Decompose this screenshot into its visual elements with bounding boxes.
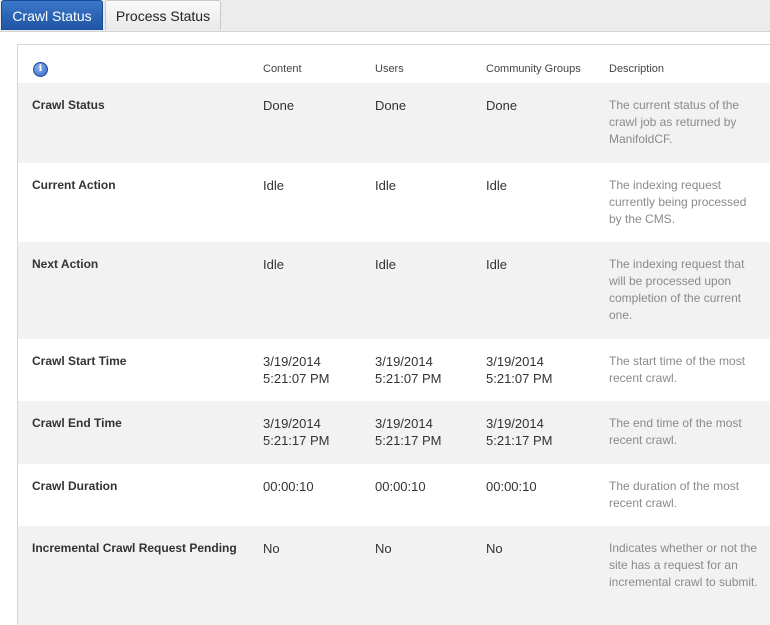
table-row-next-action: Next Action Idle Idle Idle The indexing … — [18, 242, 770, 339]
row-label: Crawl Duration — [32, 479, 118, 493]
row-description: The indexing request currently being pro… — [609, 178, 747, 226]
row-label: Next Action — [32, 257, 99, 271]
groups-value: 3/19/2014 5:21:07 PM — [486, 354, 553, 386]
row-label: Incremental Crawl Request Pending — [32, 541, 237, 555]
row-label: Crawl Status — [32, 98, 105, 112]
row-description: The indexing request that will be proces… — [609, 257, 745, 322]
table-row-crawl-status: Crawl Status Done Done Done The current … — [18, 83, 770, 163]
table-row-crawl-duration: Crawl Duration 00:00:10 00:00:10 00:00:1… — [18, 464, 770, 526]
row-description: The end time of the most recent crawl. — [609, 416, 742, 447]
users-value: 3/19/2014 5:21:07 PM — [375, 354, 442, 386]
table-header: i Content Users Community Groups Descrip… — [18, 45, 770, 83]
row-label: Current Action — [32, 178, 116, 192]
content-value: 3/19/2014 5:21:17 PM — [263, 416, 330, 448]
tab-crawl-status[interactable]: Crawl Status — [1, 0, 103, 30]
users-value: Done — [375, 98, 407, 113]
content-value: Idle — [263, 257, 284, 272]
groups-value: 3/19/2014 5:21:17 PM — [486, 416, 553, 448]
header-users: Users — [375, 63, 404, 75]
users-value: 3/19/2014 5:21:17 PM — [375, 416, 442, 448]
groups-value: Idle — [486, 178, 507, 193]
content-value: 00:00:10 — [263, 479, 314, 494]
groups-value: Done — [486, 98, 518, 113]
content-value: Idle — [263, 178, 284, 193]
header-content: Content — [263, 63, 302, 75]
users-value: Idle — [375, 257, 396, 272]
users-value: 00:00:10 — [375, 479, 426, 494]
header-description: Description — [609, 63, 665, 75]
table-row-current-action: Current Action Idle Idle Idle The indexi… — [18, 163, 770, 242]
groups-value: Idle — [486, 257, 507, 272]
content-value: 3/19/2014 5:21:07 PM — [263, 354, 330, 386]
table-row-incremental-crawl-request-pending: Incremental Crawl Request Pending No No … — [18, 526, 770, 625]
table-row-crawl-start-time: Crawl Start Time 3/19/2014 5:21:07 PM 3/… — [18, 339, 770, 401]
info-icon[interactable]: i — [33, 62, 48, 77]
row-description: The start time of the most recent crawl. — [609, 354, 746, 385]
row-description: The duration of the most recent crawl. — [609, 479, 740, 510]
table-row-crawl-end-time: Crawl End Time 3/19/2014 5:21:17 PM 3/19… — [18, 401, 770, 464]
tab-process-status[interactable]: Process Status — [105, 0, 221, 30]
content-value: No — [263, 541, 280, 556]
row-description: The current status of the crawl job as r… — [609, 98, 740, 146]
groups-value: No — [486, 541, 503, 556]
row-label: Crawl End Time — [32, 416, 122, 430]
row-description: Indicates whether or not the site has a … — [609, 541, 758, 589]
groups-value: 00:00:10 — [486, 479, 537, 494]
tab-bar: Crawl Status Process Status — [0, 0, 770, 32]
users-value: No — [375, 541, 392, 556]
status-panel: i Content Users Community Groups Descrip… — [17, 44, 770, 625]
users-value: Idle — [375, 178, 396, 193]
row-label: Crawl Start Time — [32, 354, 127, 368]
content-value: Done — [263, 98, 295, 113]
header-community-groups: Community Groups — [486, 63, 581, 75]
